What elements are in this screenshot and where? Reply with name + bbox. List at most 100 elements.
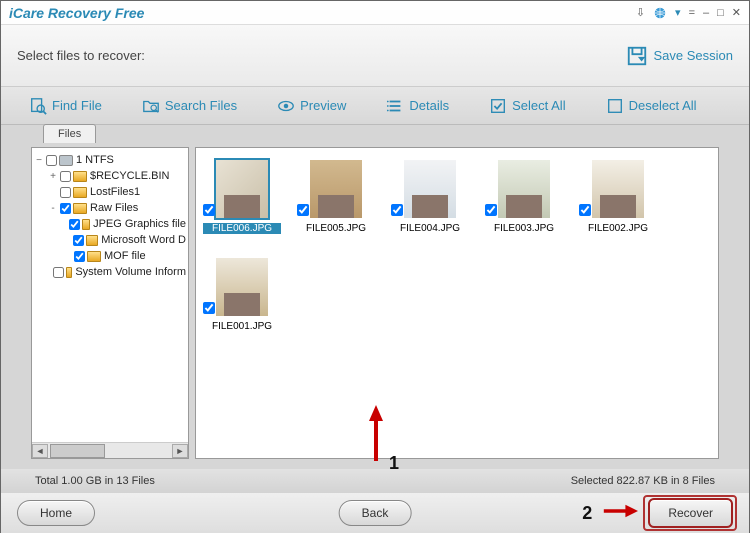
tree-item-label: System Volume Inform [75, 266, 186, 278]
folder-icon [73, 203, 87, 214]
thumbnail-checkbox[interactable] [485, 204, 497, 216]
annotation-2-label: 2 [582, 503, 592, 524]
app-title: iCare Recovery Free [9, 5, 144, 21]
thumbnail-filename: FILE005.JPG [297, 223, 375, 234]
thumbnail[interactable]: FILE002.JPG [584, 158, 652, 234]
scroll-left-icon[interactable]: ◄ [32, 444, 48, 458]
thumbnail-image [402, 158, 458, 220]
thumbnail-filename: FILE004.JPG [391, 223, 469, 234]
tree-item[interactable]: MOF file [34, 248, 186, 264]
select-all-button[interactable]: Select All [489, 97, 565, 115]
thumbnail[interactable]: FILE001.JPG [208, 256, 276, 332]
maximize-icon[interactable]: □ [717, 7, 724, 19]
search-files-label: Search Files [165, 98, 237, 113]
find-file-label: Find File [52, 98, 102, 113]
folder-tree[interactable]: −1 NTFS +$RECYCLE.BIN LostFiles1 -Raw File… [32, 148, 188, 284]
tree-item-checkbox[interactable] [74, 251, 85, 262]
recover-button[interactable]: Recover [648, 498, 733, 528]
tab-files[interactable]: Files [43, 124, 96, 143]
thumbnail-filename: FILE006.JPG [203, 223, 281, 234]
tree-item[interactable]: -Raw Files [34, 200, 186, 216]
tree-item[interactable]: System Volume Inform [34, 264, 186, 280]
tree-root[interactable]: −1 NTFS [34, 152, 186, 168]
thumbnail-image [214, 158, 270, 220]
details-button[interactable]: Details [386, 97, 449, 115]
thumbnail-checkbox[interactable] [297, 204, 309, 216]
tree-item[interactable]: +$RECYCLE.BIN [34, 168, 186, 184]
minimize-icon[interactable]: – [703, 7, 709, 19]
tree-item[interactable]: Microsoft Word D [34, 232, 186, 248]
thumbnail[interactable]: FILE004.JPG [396, 158, 464, 234]
folder-icon [87, 251, 101, 262]
deselect-all-icon [606, 97, 624, 115]
download-icon[interactable]: ⇩ [636, 6, 645, 19]
tree-panel: −1 NTFS +$RECYCLE.BIN LostFiles1 -Raw File… [31, 147, 189, 459]
header-label: Select files to recover: [17, 48, 145, 63]
select-all-icon [489, 97, 507, 115]
scroll-thumb[interactable] [50, 444, 105, 458]
folder-icon [66, 267, 72, 278]
tree-item-checkbox[interactable] [60, 187, 71, 198]
globe-icon[interactable] [653, 6, 667, 20]
tree-item-checkbox[interactable] [73, 235, 84, 246]
home-button[interactable]: Home [17, 500, 95, 526]
thumbnail[interactable]: FILE003.JPG [490, 158, 558, 234]
thumbnail-image [214, 256, 270, 318]
tree-item-label: MOF file [104, 250, 146, 262]
annotation-2-arrow [602, 502, 638, 525]
tree-item-label: Raw Files [90, 202, 138, 214]
tree-item-checkbox[interactable] [53, 267, 64, 278]
save-session-label: Save Session [654, 48, 734, 63]
thumbnail-filename: FILE001.JPG [203, 321, 281, 332]
thumbnail-image [590, 158, 646, 220]
tree-item[interactable]: LostFiles1 [34, 184, 186, 200]
statusbar: Total 1.00 GB in 13 Files Selected 822.8… [1, 469, 749, 493]
search-files-button[interactable]: Search Files [142, 97, 237, 115]
find-file-button[interactable]: Find File [29, 97, 102, 115]
tree-item-checkbox[interactable] [69, 219, 80, 230]
find-icon [29, 97, 47, 115]
tree-scrollbar[interactable]: ◄ ► [32, 442, 188, 458]
thumbnail-grid: FILE006.JPG FILE005.JPG FILE004.JPG FILE003… [208, 158, 706, 332]
list-icon [386, 97, 404, 115]
thumbnail-checkbox[interactable] [391, 204, 403, 216]
back-button[interactable]: Back [339, 500, 412, 526]
scroll-right-icon[interactable]: ► [172, 444, 188, 458]
thumbnail-checkbox[interactable] [579, 204, 591, 216]
eye-icon [277, 97, 295, 115]
save-icon [626, 45, 648, 67]
preview-label: Preview [300, 98, 346, 113]
deselect-all-label: Deselect All [629, 98, 697, 113]
thumbnail-checkbox[interactable] [203, 302, 215, 314]
tree-item-checkbox[interactable] [60, 203, 71, 214]
folder-icon [73, 171, 87, 182]
save-session-button[interactable]: Save Session [626, 45, 734, 67]
thumbnail[interactable]: FILE006.JPG [208, 158, 276, 234]
dropdown-icon[interactable]: ▾ [675, 6, 681, 19]
folder-icon [73, 187, 87, 198]
tree-item[interactable]: JPEG Graphics file [34, 216, 186, 232]
workspace: Files −1 NTFS +$RECYCLE.BIN LostFiles1 -Ra… [1, 125, 749, 469]
thumbnail-image [496, 158, 552, 220]
deselect-all-button[interactable]: Deselect All [606, 97, 697, 115]
thumbnail-checkbox[interactable] [203, 204, 215, 216]
tree-root-checkbox[interactable] [46, 155, 57, 166]
status-total: Total 1.00 GB in 13 Files [35, 475, 155, 487]
thumbnail-filename: FILE002.JPG [579, 223, 657, 234]
details-label: Details [409, 98, 449, 113]
tree-item-checkbox[interactable] [60, 171, 71, 182]
toolbar: Find File Search Files Preview Details S… [1, 87, 749, 125]
thumbnail[interactable]: FILE005.JPG [302, 158, 370, 234]
preview-button[interactable]: Preview [277, 97, 346, 115]
tree-item-label: JPEG Graphics file [93, 218, 186, 230]
tree-item-label: LostFiles1 [90, 186, 140, 198]
header: Select files to recover: Save Session [1, 25, 749, 87]
tree-item-label: Microsoft Word D [101, 234, 186, 246]
thumbnail-image [308, 158, 364, 220]
search-folder-icon [142, 97, 160, 115]
window-controls: ⇩ ▾ = – □ ✕ [636, 6, 741, 20]
close-icon[interactable]: ✕ [732, 6, 741, 19]
titlebar: iCare Recovery Free ⇩ ▾ = – □ ✕ [1, 1, 749, 25]
thumbnails-panel: FILE006.JPG FILE005.JPG FILE004.JPG FILE003… [195, 147, 719, 459]
status-selected: Selected 822.87 KB in 8 Files [571, 475, 715, 487]
